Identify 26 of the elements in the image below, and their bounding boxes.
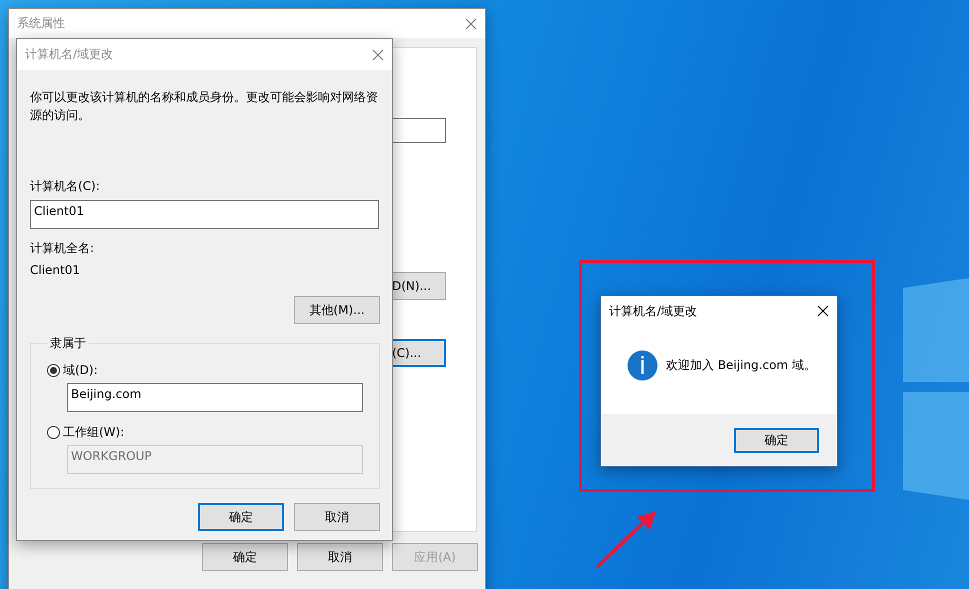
dialog-button[interactable]: 确定: [734, 428, 819, 452]
description-text: 你可以更改该计算机的名称和成员身份。更改可能会影响对网络资源的访问。: [30, 89, 379, 124]
field-label: 计算机名(C):: [30, 178, 101, 195]
more-button[interactable]: 其他(M)...: [294, 296, 380, 324]
close-icon[interactable]: [817, 305, 829, 317]
dialog-button[interactable]: 取消: [297, 543, 383, 571]
message-box-title: 计算机名/域更改: [609, 302, 698, 320]
message-text: 欢迎加入 Beijing.com 域。: [666, 356, 816, 374]
field-label: 计算机全名:: [30, 240, 96, 257]
radio-label: 工作组(W):: [63, 424, 124, 441]
window-title: 系统属性: [17, 15, 65, 32]
dialog-title: 计算机名/域更改: [25, 46, 114, 63]
radio-label: 域(D):: [63, 362, 98, 379]
pointer-arrow: [594, 508, 658, 570]
text-field[interactable]: Beijing.com: [67, 383, 363, 412]
dialog-button[interactable]: (C)...: [390, 339, 446, 367]
full-name-text: Client01: [30, 263, 82, 277]
group-legend: 隶属于: [47, 335, 89, 352]
info-icon: [627, 350, 658, 380]
text-field[interactable]: [390, 118, 446, 143]
dialog-button[interactable]: D(N)...: [390, 272, 446, 300]
computer-name-field[interactable]: Client01: [30, 200, 379, 229]
radio-button[interactable]: [47, 364, 60, 377]
dialog-button[interactable]: 取消: [294, 503, 380, 531]
dialog-button[interactable]: 确定: [202, 543, 288, 571]
dialog-button[interactable]: 确定: [198, 503, 284, 531]
